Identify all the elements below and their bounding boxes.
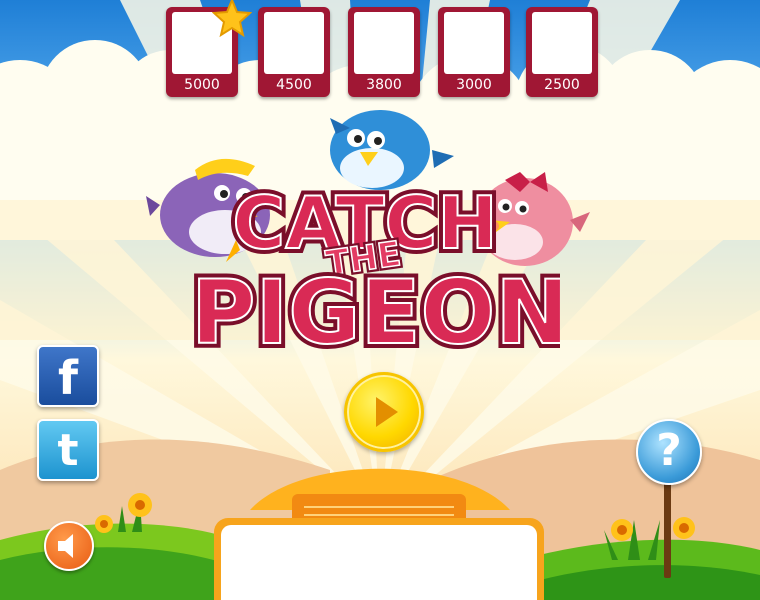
panel-tab-line xyxy=(304,506,454,508)
play-button[interactable] xyxy=(344,372,424,452)
facebook-button[interactable]: f xyxy=(37,345,99,407)
bottom-panel-content xyxy=(221,525,537,600)
signpost-pole xyxy=(664,480,671,578)
question-icon: ? xyxy=(656,425,682,476)
logo-line-pigeon: PIGEON xyxy=(191,261,560,364)
twitter-icon: t xyxy=(57,425,79,476)
help-button[interactable]: ? xyxy=(636,419,702,485)
sound-toggle-button[interactable] xyxy=(44,521,94,571)
twitter-button[interactable]: t xyxy=(37,419,99,481)
speaker-icon xyxy=(58,534,73,558)
game-logo: CATCH CATCH THE THE PIGEON PIGEON xyxy=(186,176,560,368)
play-icon xyxy=(376,397,398,427)
bottom-panel xyxy=(214,518,544,600)
panel-tab-line xyxy=(304,514,454,516)
facebook-icon: f xyxy=(57,351,78,405)
game-scene: 5000 4500 3800 3000 2500 CATCH CATCH THE… xyxy=(0,0,760,600)
